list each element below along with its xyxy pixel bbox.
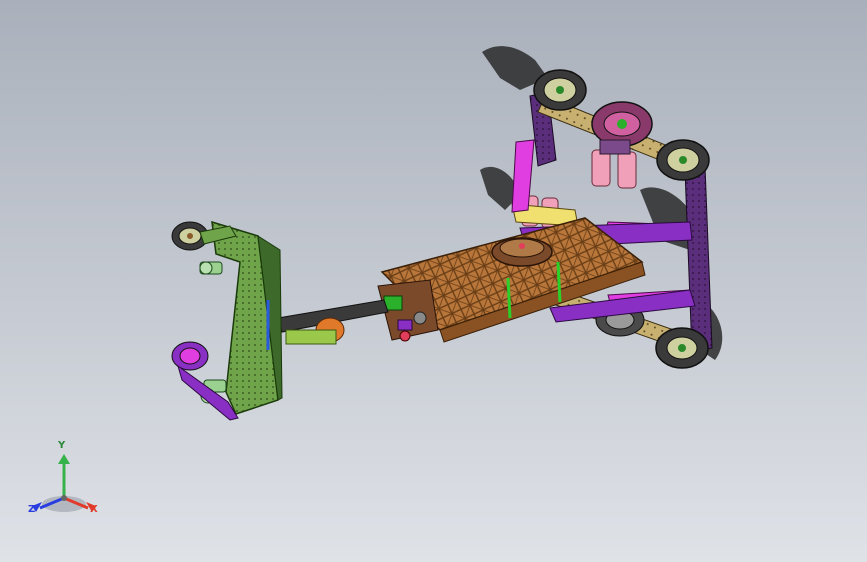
turntable-gear bbox=[491, 237, 553, 267]
triad-label-z: Z bbox=[28, 504, 36, 515]
wheel-bottom-right bbox=[655, 327, 709, 369]
gripper-motor-top bbox=[199, 261, 223, 275]
triad-label-x: X bbox=[90, 504, 98, 515]
y-axis-arrow bbox=[58, 454, 70, 464]
triad-label-y: Y bbox=[58, 440, 66, 451]
motor-cluster-top bbox=[591, 139, 637, 189]
wheel-top-center bbox=[591, 101, 653, 147]
axis-triad[interactable]: Y Z X bbox=[22, 440, 106, 526]
connecting-rod bbox=[277, 299, 389, 345]
wheel-top-right bbox=[656, 139, 710, 181]
cad-viewport[interactable]: Y Z X bbox=[0, 0, 867, 562]
gripper-wheel-bottom bbox=[171, 341, 209, 371]
wheel-top-left bbox=[533, 69, 587, 111]
robot-arm-model[interactable] bbox=[0, 0, 867, 562]
